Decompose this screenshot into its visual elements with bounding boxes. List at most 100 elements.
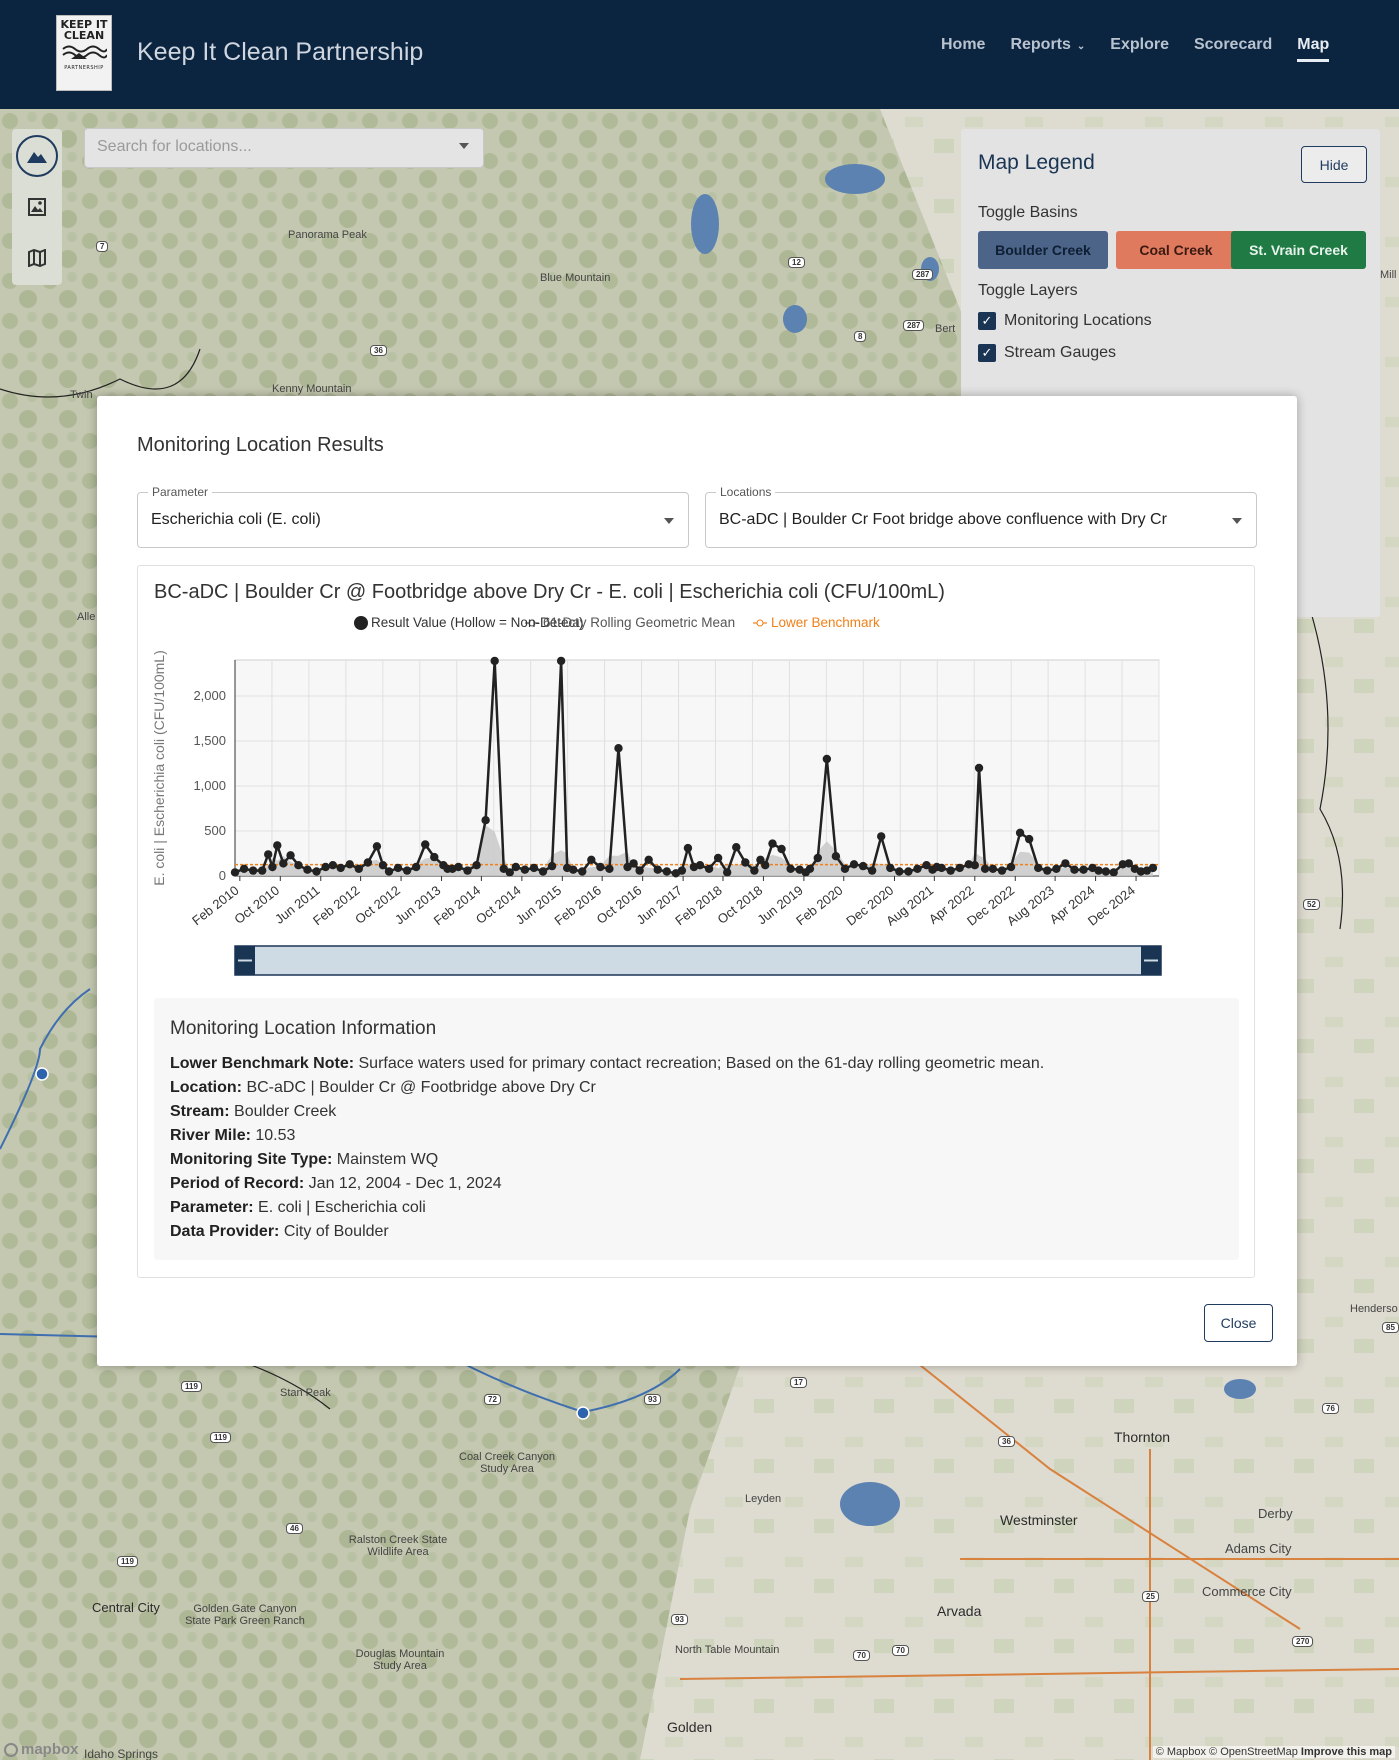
data-point bbox=[587, 855, 596, 864]
data-point bbox=[662, 867, 672, 876]
nav-reports[interactable]: Reports ⌄ bbox=[1010, 36, 1085, 62]
data-point bbox=[937, 863, 946, 873]
data-point bbox=[831, 852, 841, 861]
location-search-input[interactable] bbox=[97, 138, 437, 156]
toggle-layers-label: Toggle Layers bbox=[978, 282, 1078, 299]
location-search[interactable] bbox=[84, 128, 484, 168]
chevron-down-icon[interactable] bbox=[1232, 518, 1242, 524]
map-label-panorama-peak: Panorama Peak bbox=[288, 229, 367, 241]
data-point bbox=[303, 865, 312, 874]
site-logo[interactable]: KEEP IT CLEAN PARTNERSHIP bbox=[56, 15, 112, 91]
chevron-down-icon[interactable] bbox=[664, 518, 674, 524]
map-label-twin: Twin bbox=[70, 389, 93, 401]
map-label-thornton: Thornton bbox=[1114, 1429, 1171, 1445]
data-point bbox=[704, 864, 714, 873]
parameter-select-value[interactable]: Escherichia coli (E. coli) bbox=[151, 511, 321, 529]
data-point bbox=[904, 867, 913, 876]
mapbox-logo[interactable]: mapbox bbox=[4, 1741, 79, 1758]
data-point bbox=[378, 861, 388, 870]
basin-toggle-st-vrain-creek[interactable]: St. Vrain Creek bbox=[1231, 231, 1366, 269]
data-point bbox=[605, 864, 614, 873]
map-label-coal-creek-canyon: Coal Creek Canyon Study Area bbox=[459, 1451, 555, 1475]
map-label-westminster: Westminster bbox=[1000, 1512, 1078, 1528]
nav-scorecard[interactable]: Scorecard bbox=[1194, 36, 1272, 62]
data-point bbox=[286, 851, 295, 860]
chart-card: BC-aDC | Boulder Cr @ Footbridge above D… bbox=[137, 565, 1255, 1278]
map-label-mill: Mill bbox=[1380, 269, 1397, 281]
data-point bbox=[230, 868, 240, 877]
data-point bbox=[321, 862, 330, 872]
map-label-derby: Derby bbox=[1258, 1506, 1293, 1521]
data-point bbox=[629, 859, 638, 868]
info-row-value: Jan 12, 2004 - Dec 1, 2024 bbox=[304, 1175, 502, 1192]
parameter-select[interactable]: Parameter Escherichia coli (E. coli) bbox=[137, 485, 689, 548]
attribution-text[interactable]: © Mapbox © OpenStreetMap bbox=[1156, 1746, 1298, 1758]
close-button[interactable]: Close bbox=[1204, 1304, 1273, 1342]
logo-line-2: CLEAN bbox=[63, 29, 105, 42]
data-point bbox=[980, 864, 990, 873]
data-point bbox=[805, 864, 815, 873]
data-point bbox=[974, 763, 984, 773]
ecoli-chart[interactable]: 0 500 1,000 1,500 2,000 E. coli | Escherichia… bbox=[138, 566, 1256, 996]
legend-marker-result bbox=[354, 616, 368, 630]
highway-shield: 12 bbox=[788, 257, 805, 268]
data-point bbox=[1109, 868, 1118, 877]
data-point bbox=[1101, 867, 1111, 876]
map-label-arvada: Arvada bbox=[937, 1603, 982, 1619]
nav-explore[interactable]: Explore bbox=[1110, 36, 1169, 62]
map-label-golden-gate: Golden Gate Canyon State Park Green Ranc… bbox=[185, 1603, 305, 1627]
info-row-value: Surface waters used for primary contact … bbox=[354, 1055, 1045, 1072]
data-point bbox=[867, 866, 877, 875]
nav-reports-label: Reports bbox=[1010, 36, 1071, 53]
layer-toggle-monitoring-locations[interactable]: ✓ Monitoring Locations bbox=[978, 312, 1152, 330]
data-point bbox=[876, 832, 886, 841]
locations-select-value[interactable]: BC-aDC | Boulder Cr Foot bridge above co… bbox=[719, 511, 1167, 529]
data-point bbox=[345, 860, 354, 869]
satellite-view-button[interactable] bbox=[16, 186, 58, 228]
y-axis-label: E. coli | Escherichia coli (CFU/100mL) bbox=[151, 650, 167, 885]
map-icon bbox=[28, 249, 46, 267]
site-title[interactable]: Keep It Clean Partnership bbox=[137, 38, 423, 67]
highway-shield: 93 bbox=[671, 1614, 688, 1625]
data-point bbox=[761, 861, 770, 870]
results-modal: Monitoring Location Results Parameter Es… bbox=[97, 396, 1297, 1366]
data-point bbox=[568, 865, 578, 874]
data-point bbox=[849, 860, 859, 869]
nav-map[interactable]: Map bbox=[1297, 36, 1330, 62]
data-point bbox=[1079, 865, 1088, 874]
data-point bbox=[411, 862, 421, 872]
map-label-commerce-city: Commerce City bbox=[1202, 1584, 1292, 1599]
legend-title: Map Legend bbox=[978, 151, 1095, 174]
layer-toggle-stream-gauges[interactable]: ✓ Stream Gauges bbox=[978, 344, 1116, 362]
data-point bbox=[1024, 834, 1034, 844]
modal-title: Monitoring Location Results bbox=[137, 434, 384, 456]
map-label-central-city: Central City bbox=[92, 1600, 160, 1615]
data-point bbox=[713, 853, 723, 863]
data-point bbox=[264, 850, 273, 859]
data-point bbox=[1148, 863, 1158, 873]
data-point bbox=[490, 656, 499, 666]
main-nav: Home Reports ⌄ Explore Scorecard Map bbox=[941, 36, 1330, 62]
street-view-button[interactable] bbox=[16, 237, 58, 279]
layer-label: Stream Gauges bbox=[1004, 344, 1117, 361]
data-point bbox=[970, 861, 980, 870]
checkbox-checked-icon[interactable]: ✓ bbox=[978, 344, 996, 362]
highway-shield: 70 bbox=[853, 1650, 870, 1661]
improve-map-link[interactable]: Improve this map bbox=[1301, 1746, 1392, 1758]
checkbox-checked-icon[interactable]: ✓ bbox=[978, 312, 996, 330]
info-row: Location: BC-aDC | Boulder Cr @ Footbrid… bbox=[170, 1076, 1044, 1100]
data-point bbox=[402, 866, 412, 875]
highway-shield: 7 bbox=[96, 241, 109, 252]
basin-toggle-boulder-creek[interactable]: Boulder Creek bbox=[978, 231, 1108, 269]
basin-toggle-coal-creek[interactable]: Coal Creek bbox=[1116, 231, 1236, 269]
data-point bbox=[421, 840, 430, 849]
nav-home[interactable]: Home bbox=[941, 36, 985, 62]
data-point bbox=[777, 844, 786, 854]
map-attribution: © Mapbox © OpenStreetMap Improve this ma… bbox=[1152, 1746, 1395, 1758]
map-label-adams-city: Adams City bbox=[1225, 1541, 1292, 1556]
locations-select[interactable]: Locations BC-aDC | Boulder Cr Foot bridg… bbox=[705, 485, 1257, 548]
chevron-down-icon[interactable] bbox=[459, 143, 469, 149]
data-point bbox=[248, 866, 258, 875]
terrain-view-button[interactable] bbox=[16, 135, 58, 177]
legend-hide-button[interactable]: Hide bbox=[1301, 146, 1367, 183]
